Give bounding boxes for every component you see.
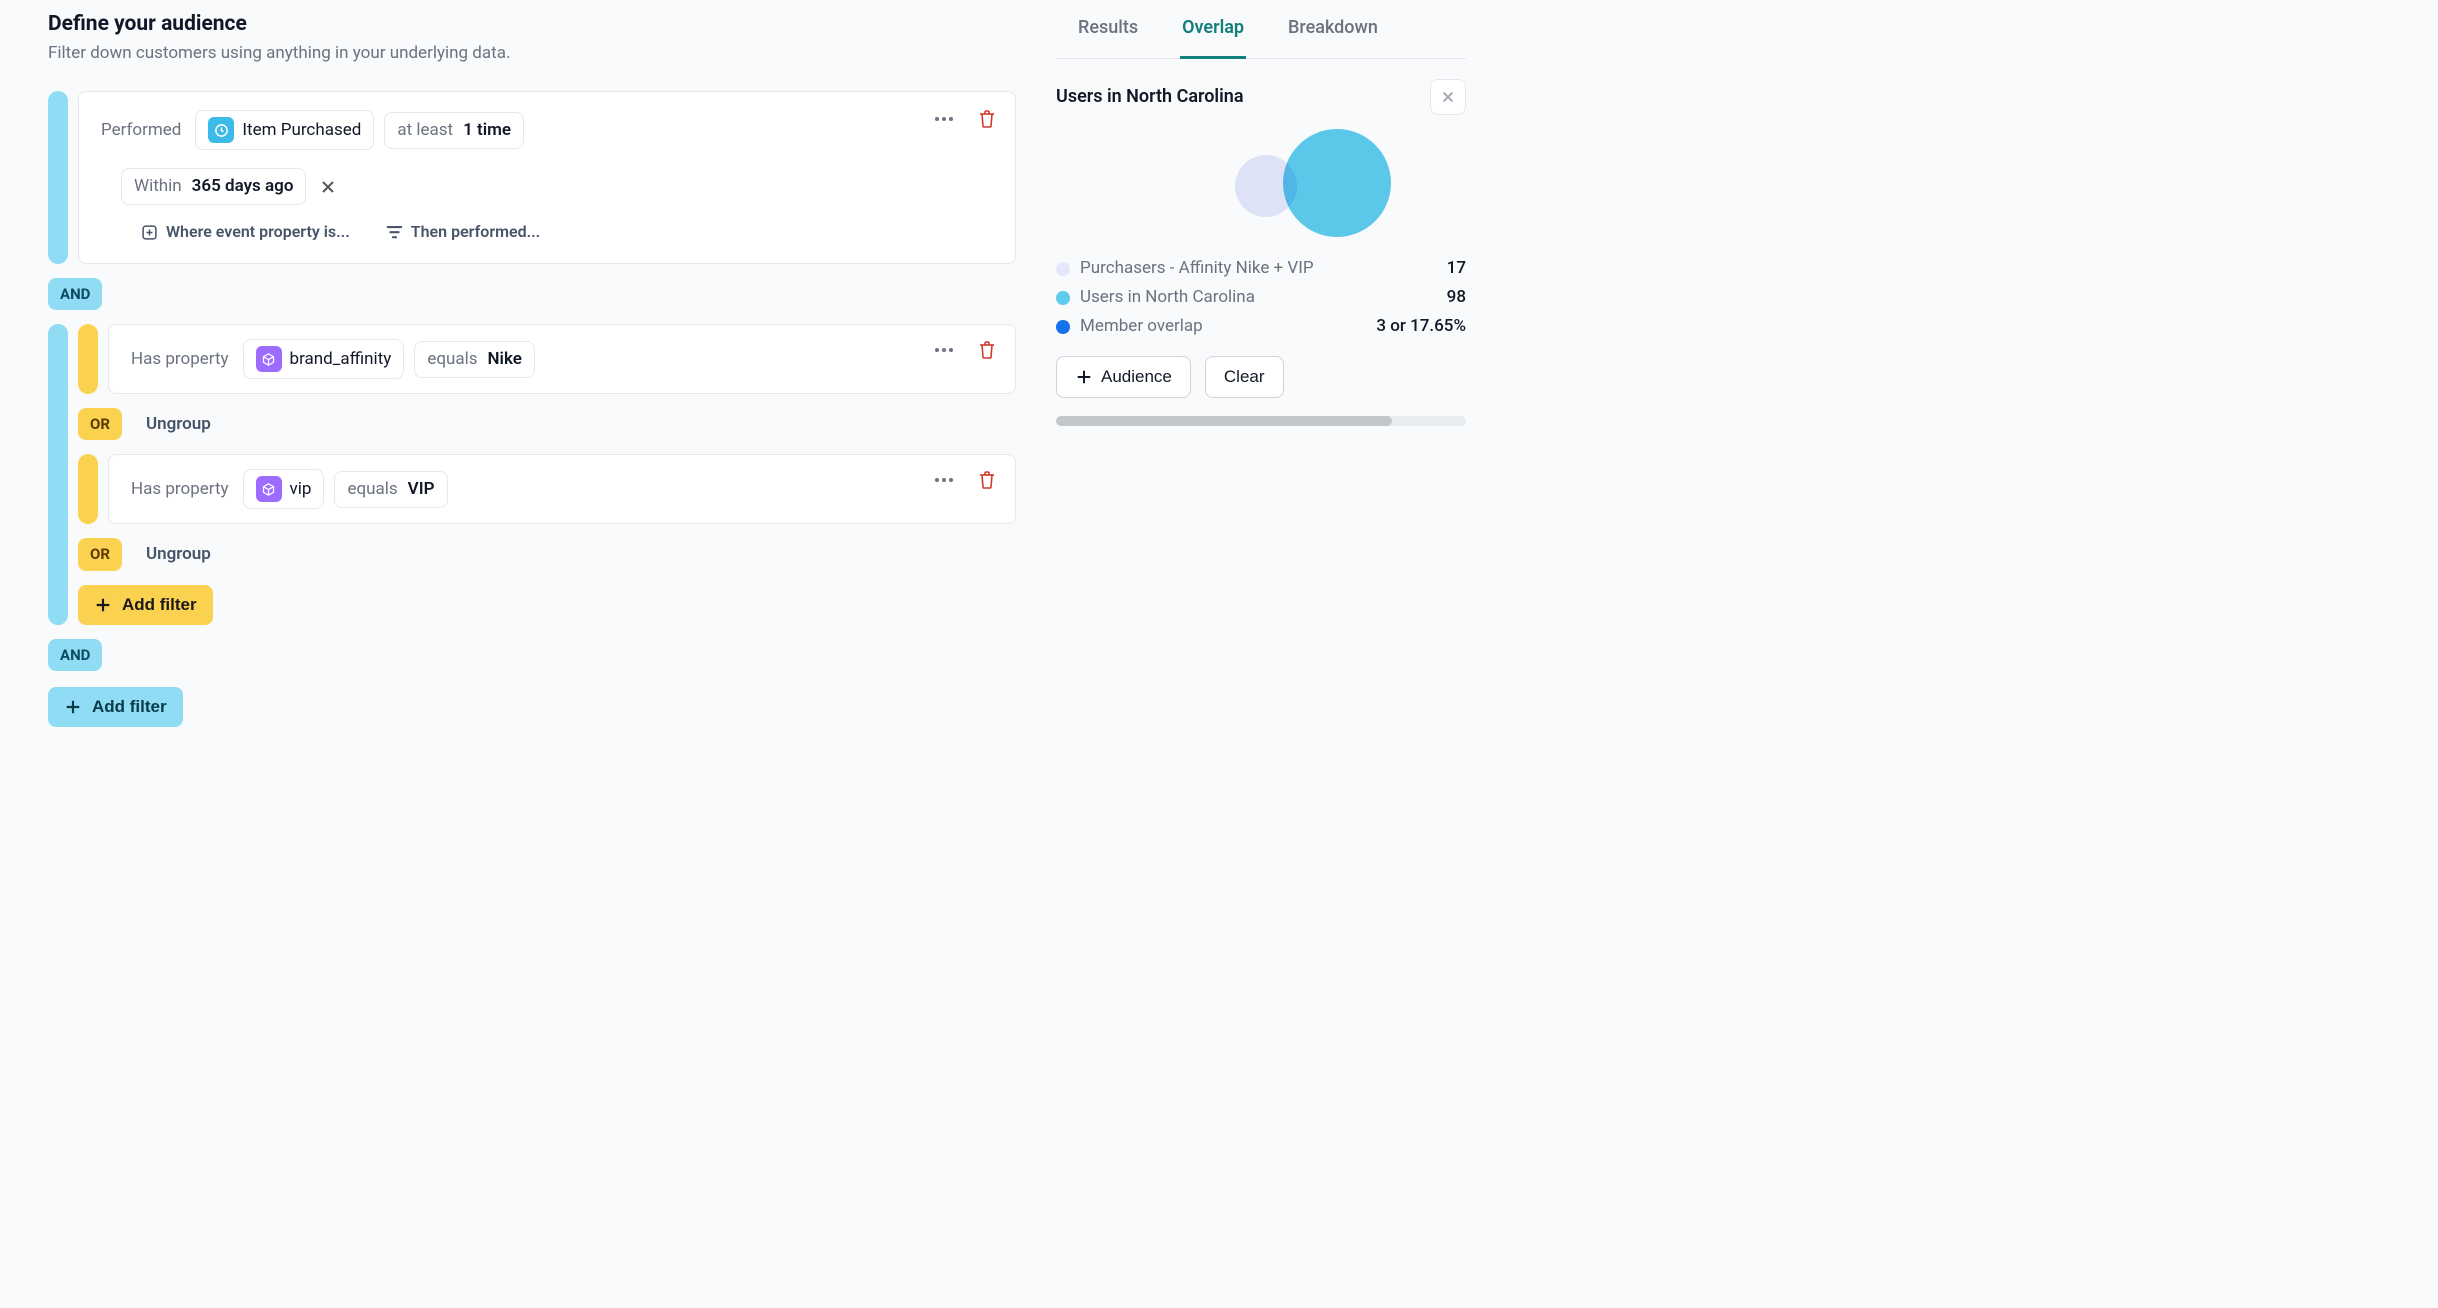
frequency-prefix: at least [397,119,453,142]
cube-icon [256,346,282,372]
plus-icon [64,698,82,716]
property-filter-card: Has property brand_affinity equals N [108,324,1016,394]
clock-icon [208,117,234,143]
and-connector: AND [48,639,102,671]
tabs: Results Overlap Breakdown [1056,10,1466,59]
legend-dot [1056,262,1070,276]
close-panel-button[interactable] [1430,79,1466,115]
where-event-property-action[interactable]: Where event property is... [141,221,350,243]
legend-label: Member overlap [1080,315,1360,338]
card-delete-button[interactable] [975,467,999,493]
then-performed-action[interactable]: Then performed... [386,221,540,243]
plus-square-icon [141,224,158,241]
legend-value: 98 [1447,286,1466,309]
legend-value: 17 [1447,257,1466,280]
subgroup-rail [78,454,98,524]
value-pill[interactable]: equals Nike [414,341,535,378]
trash-icon [979,341,995,359]
add-audience-button[interactable]: Audience [1056,356,1191,398]
legend-label: Purchasers - Affinity Nike + VIP [1080,257,1431,280]
cube-icon [256,476,282,502]
close-icon [320,179,336,195]
frequency-value: 1 time [463,119,511,142]
page-title: Define your audience [48,10,1016,38]
property-filter-card: Has property vip equals VIP [108,454,1016,524]
ungroup-action[interactable]: Ungroup [146,543,211,566]
or-connector: OR [78,538,122,570]
value-pill[interactable]: equals VIP [334,471,447,508]
clear-button[interactable]: Clear [1205,356,1284,398]
tab-breakdown[interactable]: Breakdown [1286,10,1380,59]
legend-value: 3 or 17.65% [1376,315,1466,338]
tab-results[interactable]: Results [1076,10,1140,59]
remove-time-button[interactable] [316,175,340,199]
or-connector: OR [78,408,122,440]
property-name: vip [290,478,312,501]
plus-icon [94,596,112,614]
legend-row: Purchasers - Affinity Nike + VIP 17 [1056,257,1466,280]
event-name: Item Purchased [242,119,361,142]
ungroup-action[interactable]: Ungroup [146,413,211,436]
frequency-pill[interactable]: at least 1 time [384,112,524,149]
plus-icon [1075,368,1093,386]
venn-circle-b [1283,129,1391,237]
property-value: VIP [408,478,435,501]
card-more-button[interactable] [931,113,957,125]
card-more-button[interactable] [931,474,957,486]
time-prefix: Within [134,175,182,198]
legend: Purchasers - Affinity Nike + VIP 17 User… [1056,257,1466,338]
ellipsis-icon [935,117,953,121]
time-value: 365 days ago [192,175,294,198]
card-more-button[interactable] [931,344,957,356]
tab-overlap[interactable]: Overlap [1180,10,1246,59]
subgroup-rail [78,324,98,394]
performed-label: Performed [101,119,181,142]
legend-row: Member overlap 3 or 17.65% [1056,315,1466,338]
property-pill[interactable]: brand_affinity [243,339,405,379]
filter-icon [386,225,403,239]
add-filter-button-inner[interactable]: Add filter [78,585,213,625]
trash-icon [979,471,995,489]
event-filter-card: Performed Item Purchased at least 1 time [78,91,1016,264]
horizontal-scrollbar[interactable] [1056,416,1466,426]
card-delete-button[interactable] [975,337,999,363]
page-subtitle: Filter down customers using anything in … [48,42,1016,65]
and-connector: AND [48,278,102,310]
has-property-label: Has property [131,478,229,501]
group-rail [48,324,68,625]
property-name: brand_affinity [290,348,392,371]
ellipsis-icon [935,348,953,352]
add-filter-button-outer[interactable]: Add filter [48,687,183,727]
time-window-pill[interactable]: Within 365 days ago [121,168,306,205]
legend-label: Users in North Carolina [1080,286,1431,309]
legend-dot [1056,291,1070,305]
property-pill[interactable]: vip [243,469,325,509]
legend-row: Users in North Carolina 98 [1056,286,1466,309]
card-delete-button[interactable] [975,106,999,132]
group-rail [48,91,68,264]
property-value: Nike [488,348,522,371]
legend-dot [1056,320,1070,334]
trash-icon [979,110,995,128]
event-pill[interactable]: Item Purchased [195,110,374,150]
has-property-label: Has property [131,348,229,371]
venn-diagram [1056,125,1466,243]
close-icon [1441,90,1455,104]
overlap-title: Users in North Carolina [1056,85,1244,109]
ellipsis-icon [935,478,953,482]
